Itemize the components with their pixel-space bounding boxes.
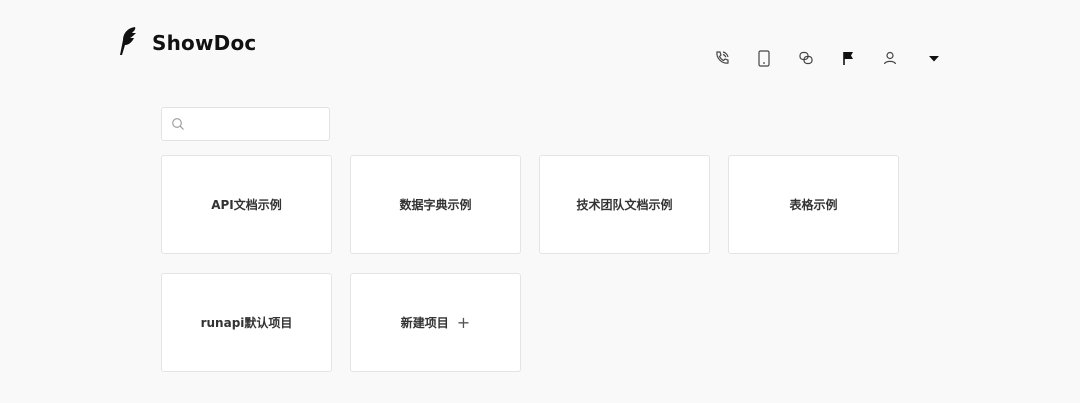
project-card-api[interactable]: API文档示例 bbox=[161, 155, 332, 254]
app-logo[interactable]: ShowDoc bbox=[118, 27, 257, 56]
feather-logo-icon bbox=[120, 27, 136, 55]
header-toolbar bbox=[712, 48, 944, 68]
new-project-label: 新建项目 bbox=[400, 316, 449, 330]
plus-icon: + bbox=[456, 312, 471, 332]
project-card-label: runapi默认项目 bbox=[200, 316, 293, 330]
search-icon bbox=[172, 118, 184, 130]
project-card-label: API文档示例 bbox=[211, 198, 282, 212]
project-card-label: 数据字典示例 bbox=[399, 198, 472, 212]
mobile-icon[interactable] bbox=[754, 48, 774, 68]
project-card-label: 技术团队文档示例 bbox=[576, 198, 673, 212]
project-card-runapi[interactable]: runapi默认项目 bbox=[161, 273, 332, 372]
link-icon[interactable] bbox=[796, 48, 816, 68]
project-card-table[interactable]: 表格示例 bbox=[728, 155, 899, 254]
new-project-button[interactable]: 新建项目 + bbox=[350, 273, 521, 372]
search-input[interactable] bbox=[191, 116, 325, 132]
support-icon[interactable] bbox=[712, 48, 732, 68]
app-name: ShowDoc bbox=[152, 31, 257, 55]
project-card-data-dictionary[interactable]: 数据字典示例 bbox=[350, 155, 521, 254]
project-card-team-docs[interactable]: 技术团队文档示例 bbox=[539, 155, 710, 254]
caret-down-icon[interactable] bbox=[924, 48, 944, 68]
page: ShowDoc API文档示例 数据字典示例 技术团队文档示例 表格示例 run… bbox=[0, 0, 1080, 403]
search-box[interactable] bbox=[161, 107, 330, 141]
user-icon[interactable] bbox=[880, 48, 900, 68]
project-card-label: 表格示例 bbox=[789, 198, 838, 212]
flag-icon[interactable] bbox=[838, 48, 858, 68]
